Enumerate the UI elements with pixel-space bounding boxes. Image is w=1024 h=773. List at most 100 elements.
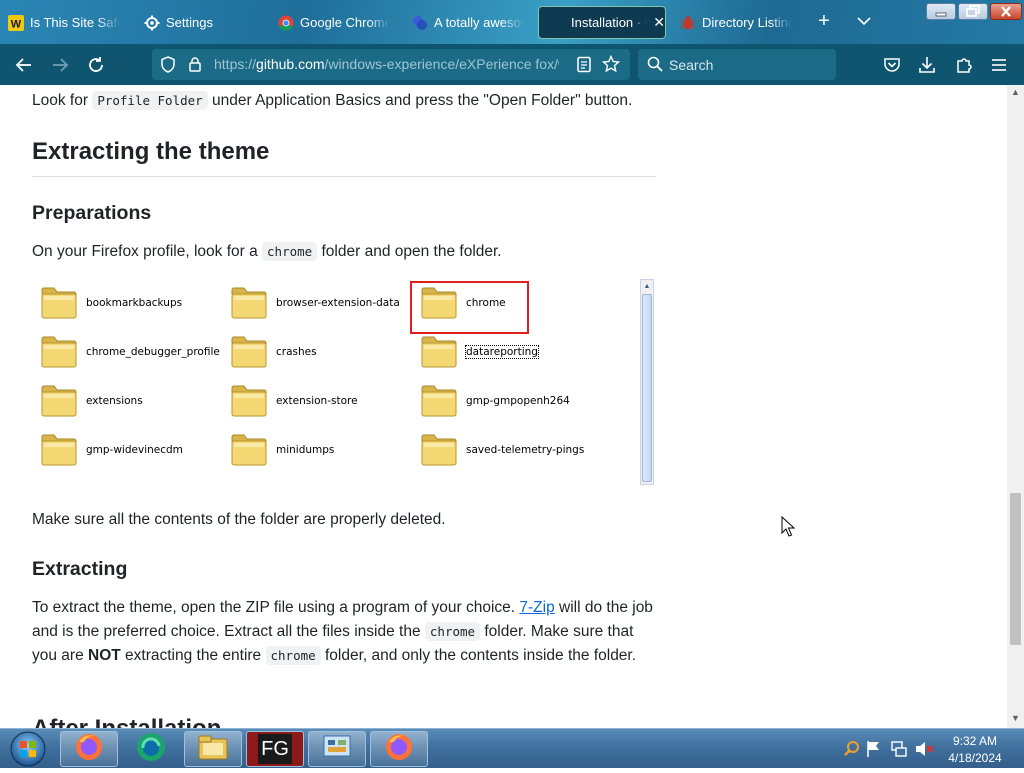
folder-name: extension-store [276, 395, 358, 407]
tab-google-chrome[interactable]: Google Chrome [278, 6, 390, 39]
edge-icon [135, 731, 167, 768]
folder-name: chrome [466, 297, 506, 309]
taskbar-file-explorer-button[interactable] [184, 731, 242, 767]
prep-text: On your Firefox profile, look for a [32, 243, 258, 260]
page-content: Look for Profile Folder under Applicatio… [0, 85, 1007, 728]
folder-item: chrome_debugger_profile [40, 332, 220, 372]
w-logo-icon: W [8, 14, 24, 31]
folder-item: gmp-widevinecdm [40, 430, 183, 470]
folder-name: bookmarkbackups [86, 297, 183, 309]
taskbar-control-panel-button[interactable] [308, 731, 366, 767]
taskbar-firefox-button-2[interactable] [370, 731, 428, 767]
folder-item: crashes [230, 332, 317, 372]
volume-muted-icon[interactable] [914, 740, 934, 763]
scroll-down-icon[interactable]: ▼ [1011, 713, 1020, 723]
forward-button[interactable] [47, 52, 73, 78]
inline-code: chrome [265, 646, 321, 665]
minimize-button[interactable] [926, 3, 956, 20]
url-prefix: https:// [214, 56, 257, 72]
tab-installation[interactable]: Installation · w ✕ [538, 6, 666, 39]
reader-view-icon[interactable] [576, 56, 592, 78]
reload-button[interactable] [83, 52, 109, 78]
folder-icon [420, 286, 458, 320]
tab-a-totally-awesome[interactable]: A totally awesome [412, 6, 524, 39]
subsection-heading: Extracting [32, 558, 128, 580]
prep-text: folder and open the folder. [321, 243, 502, 260]
folder-icon [230, 286, 268, 320]
clock-date[interactable]: 4/18/2024 [940, 751, 1010, 765]
folder-name: gmp-widevinecdm [86, 444, 183, 456]
folder-icon [40, 433, 78, 467]
prep-paragraph: On your Firefox profile, look for a chro… [32, 240, 656, 264]
chrome-icon [278, 15, 294, 31]
close-window-button[interactable] [990, 3, 1022, 20]
folder-name: gmp-gmpopenh264 [466, 395, 570, 407]
folder-name: minidumps [276, 444, 335, 456]
taskbar-firefox-button[interactable] [60, 731, 118, 767]
pocket-icon[interactable] [879, 52, 905, 78]
folder-item: minidumps [230, 430, 334, 470]
tab-settings[interactable]: Settings [144, 6, 254, 39]
image-scrollbar-thumb [642, 294, 652, 482]
firefox-icon [74, 732, 104, 767]
github-icon [549, 15, 565, 31]
folder-icon [40, 335, 78, 369]
search-magnifier-icon[interactable] [843, 740, 861, 763]
mouse-cursor-icon [781, 515, 796, 543]
close-icon[interactable]: ✕ [653, 14, 665, 31]
tab-label: Is This Site Safe? [30, 15, 120, 30]
url-bar[interactable]: https://github.com/windows-experience/eX… [152, 49, 630, 80]
url-text: https://github.com/windows-experience/eX… [214, 56, 559, 72]
extract-text: To extract the theme, open the ZIP file … [32, 599, 516, 616]
tab-label: Installation · w [571, 15, 648, 30]
folder-name: crashes [276, 346, 317, 358]
folder-name: extensions [86, 395, 143, 407]
search-bar[interactable]: Search [638, 49, 836, 80]
new-tab-button[interactable]: + [814, 11, 834, 32]
folder-icon [230, 335, 268, 369]
folder-item: saved-telemetry-pings [420, 430, 584, 470]
bug-icon [680, 15, 696, 31]
tab-is-this-site-safe[interactable]: W Is This Site Safe? [8, 6, 120, 39]
scroll-up-icon[interactable]: ▲ [1011, 87, 1020, 97]
folder-icon [40, 384, 78, 418]
taskbar: FG 9:32 AM 4/18/2024 [0, 728, 1024, 768]
inline-code: Profile Folder [92, 91, 208, 110]
taskbar-fg-app-button[interactable]: FG [246, 731, 304, 767]
bookmark-star-icon[interactable] [601, 54, 621, 78]
taskbar-edge-button[interactable] [122, 731, 180, 767]
page-scrollbar-thumb[interactable] [1010, 493, 1021, 645]
folder-icon [40, 286, 78, 320]
start-button[interactable] [4, 730, 52, 768]
folder-icon [230, 433, 268, 467]
intro-text: under Application Basics and press the "… [212, 92, 633, 109]
flag-icon[interactable] [866, 740, 882, 763]
back-button[interactable] [11, 52, 37, 78]
inline-code: chrome [262, 242, 318, 261]
globe-icon [412, 15, 428, 31]
tab-list-chevron-icon[interactable] [856, 12, 872, 32]
gear-icon [144, 15, 160, 31]
clock-time[interactable]: 9:32 AM [940, 734, 1010, 748]
downloads-icon[interactable] [914, 52, 940, 78]
folder-icon [420, 433, 458, 467]
emphasis-text: NOT [88, 647, 121, 664]
url-host: github.com [256, 56, 325, 72]
seven-zip-link[interactable]: 7-Zip [519, 599, 554, 616]
shield-icon[interactable] [160, 56, 176, 78]
tab-directory-listing[interactable]: Directory Listing [680, 6, 792, 39]
lock-icon[interactable] [188, 56, 202, 78]
restore-button[interactable] [958, 3, 988, 20]
deleted-note: Make sure all the contents of the folder… [32, 511, 446, 528]
section-heading: Extracting the theme [32, 138, 656, 177]
hamburger-menu-icon[interactable] [986, 52, 1012, 78]
folder-item: extensions [40, 381, 143, 421]
extensions-icon[interactable] [951, 52, 977, 78]
extract-paragraph: To extract the theme, open the ZIP file … [32, 596, 656, 668]
network-icon[interactable] [890, 740, 908, 763]
page-scrollbar[interactable]: ▲ ▼ [1007, 85, 1024, 728]
control-panel-icon [321, 733, 353, 766]
folder-name: saved-telemetry-pings [466, 444, 585, 456]
firefox-icon [384, 732, 414, 767]
folder-item: gmp-gmpopenh264 [420, 381, 570, 421]
